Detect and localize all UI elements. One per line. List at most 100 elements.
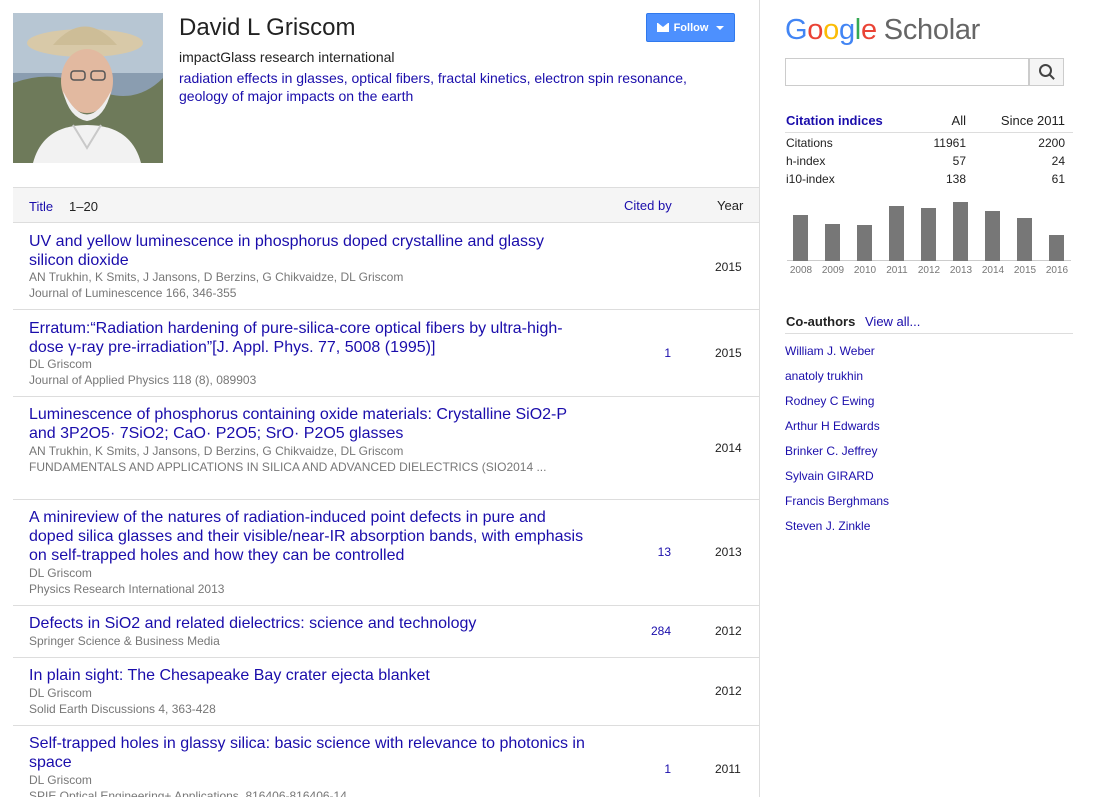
coauthor-link[interactable]: Rodney C Ewing	[785, 394, 874, 408]
article-title[interactable]: In plain sight: The Chesapeake Bay crate…	[29, 666, 589, 685]
sort-by-title[interactable]: Title	[29, 199, 53, 214]
chart-bar[interactable]	[921, 208, 936, 261]
table-header: Title 1–20 Cited by Year	[13, 187, 759, 223]
article-authors: DL Griscom	[29, 566, 92, 580]
table-row: In plain sight: The Chesapeake Bay crate…	[13, 658, 759, 726]
search-icon	[1038, 64, 1052, 77]
index-all: 138	[945, 172, 966, 186]
main-column: David L Griscom impactGlass research int…	[0, 0, 760, 797]
article-venue: Journal of Applied Physics 118 (8), 0899…	[29, 373, 257, 387]
profile-photo[interactable]	[13, 13, 163, 163]
chart-year-label: 2016	[1045, 265, 1069, 276]
citation-indices-header: Citation indices All Since 2011	[785, 112, 1073, 133]
article-year: 2015	[715, 260, 742, 274]
search-button[interactable]	[1029, 58, 1064, 86]
chart-year-label: 2013	[949, 265, 973, 276]
article-year: 2013	[715, 545, 742, 559]
article-venue: Physics Research International 2013	[29, 582, 225, 596]
profile-name: David L Griscom	[179, 14, 356, 41]
table-row: Defects in SiO2 and related dielectrics:…	[13, 606, 759, 658]
index-since: 2200	[1038, 136, 1065, 150]
cited-count[interactable]: 13	[658, 545, 671, 559]
interests-line-2[interactable]: geology of major impacts on the earth	[179, 88, 413, 104]
chart-bar[interactable]	[857, 225, 872, 261]
article-authors: DL Griscom	[29, 357, 92, 371]
article-year: 2011	[715, 762, 741, 776]
coauthor-link[interactable]: anatoly trukhin	[785, 369, 863, 383]
citation-row-citations: Citations 11961 2200	[785, 136, 1073, 154]
follow-button[interactable]: Follow	[646, 13, 735, 42]
table-row: Self-trapped holes in glassy silica: bas…	[13, 726, 759, 797]
citation-row-i10-index: i10-index 138 61	[785, 172, 1073, 190]
chart-bar[interactable]	[1049, 235, 1064, 261]
table-row: Luminescence of phosphorus containing ox…	[13, 397, 759, 500]
index-since: 24	[1051, 154, 1065, 168]
article-title[interactable]: Luminescence of phosphorus containing ox…	[29, 405, 589, 443]
chart-bar[interactable]	[889, 206, 904, 261]
table-row: UV and yellow luminescence in phosphorus…	[13, 223, 759, 310]
coauthor-link[interactable]: Francis Berghmans	[785, 494, 889, 508]
article-year: 2015	[715, 346, 742, 360]
index-label: i10-index	[786, 172, 835, 186]
view-all-link[interactable]: View all...	[865, 314, 920, 329]
chart-bar[interactable]	[793, 215, 808, 261]
index-all: 57	[952, 154, 966, 168]
article-venue: SPIE Optical Engineering+ Applications, …	[29, 789, 347, 797]
chart-year-label: 2010	[853, 265, 877, 276]
index-all: 11961	[933, 136, 966, 150]
chart-year-label: 2015	[1013, 265, 1037, 276]
index-since: 61	[1051, 172, 1065, 186]
table-row: A minireview of the natures of radiation…	[13, 500, 759, 606]
citation-indices-title[interactable]: Citation indices	[786, 113, 883, 128]
google-scholar-logo[interactable]: Google Scholar	[785, 14, 980, 47]
follow-label: Follow	[673, 21, 709, 34]
profile-interests: radiation effects in glasses, optical fi…	[179, 69, 739, 105]
coauthor-link[interactable]: Arthur H Edwards	[785, 419, 880, 433]
coauthor-link[interactable]: Steven J. Zinkle	[785, 519, 870, 533]
chart-year-label: 2009	[821, 265, 845, 276]
chart-bar[interactable]	[1017, 218, 1032, 261]
chart-year-label: 2011	[886, 265, 908, 276]
coauthor-link[interactable]: Brinker C. Jeffrey	[785, 444, 877, 458]
chart-year-label: 2014	[981, 265, 1005, 276]
interests-line-1[interactable]: radiation effects in glasses, optical fi…	[179, 70, 687, 86]
cited-count[interactable]: 284	[651, 624, 671, 638]
mail-icon	[656, 23, 669, 32]
article-year: 2012	[715, 624, 742, 638]
sort-by-year[interactable]: Year	[717, 198, 743, 213]
col-all: All	[951, 113, 966, 128]
table-row: Erratum:“Radiation hardening of pure-sil…	[13, 310, 759, 397]
article-title[interactable]: A minireview of the natures of radiation…	[29, 508, 589, 565]
article-title[interactable]: Self-trapped holes in glassy silica: bas…	[29, 734, 589, 772]
article-year: 2012	[715, 684, 742, 698]
article-authors: AN Trukhin, K Smits, J Jansons, D Berzin…	[29, 270, 404, 284]
article-year: 2014	[715, 441, 742, 455]
article-title[interactable]: UV and yellow luminescence in phosphorus…	[29, 232, 589, 270]
article-venue: FUNDAMENTALS AND APPLICATIONS IN SILICA …	[29, 460, 547, 474]
search-input[interactable]	[785, 58, 1029, 86]
chart-bar[interactable]	[953, 202, 968, 261]
index-label: h-index	[786, 154, 826, 168]
chevron-down-icon	[716, 25, 725, 30]
cited-count[interactable]: 1	[664, 762, 671, 776]
chart-year-label: 2012	[917, 265, 941, 276]
citation-row-h-index: h-index 57 24	[785, 154, 1073, 172]
chart-year-label: 2008	[789, 265, 813, 276]
article-authors: AN Trukhin, K Smits, J Jansons, D Berzin…	[29, 444, 404, 458]
article-venue: Solid Earth Discussions 4, 363-428	[29, 702, 216, 716]
article-venue: Journal of Luminescence 166, 346-355	[29, 286, 237, 300]
coauthors-title: Co-authors	[786, 314, 856, 329]
coauthor-link[interactable]: William J. Weber	[785, 344, 875, 358]
col-since: Since 2011	[1000, 113, 1065, 128]
profile-affiliation: impactGlass research international	[179, 49, 395, 65]
sort-by-cited[interactable]: Cited by	[624, 198, 672, 213]
chart-bar[interactable]	[825, 224, 840, 261]
article-title[interactable]: Defects in SiO2 and related dielectrics:…	[29, 614, 589, 633]
article-authors: Springer Science & Business Media	[29, 634, 220, 648]
coauthors-header: Co-authors View all...	[785, 313, 1073, 334]
chart-bar[interactable]	[985, 211, 1000, 261]
index-label: Citations	[786, 136, 833, 150]
article-title[interactable]: Erratum:“Radiation hardening of pure-sil…	[29, 319, 589, 357]
coauthor-link[interactable]: Sylvain GIRARD	[785, 469, 874, 483]
cited-count[interactable]: 1	[664, 346, 671, 360]
